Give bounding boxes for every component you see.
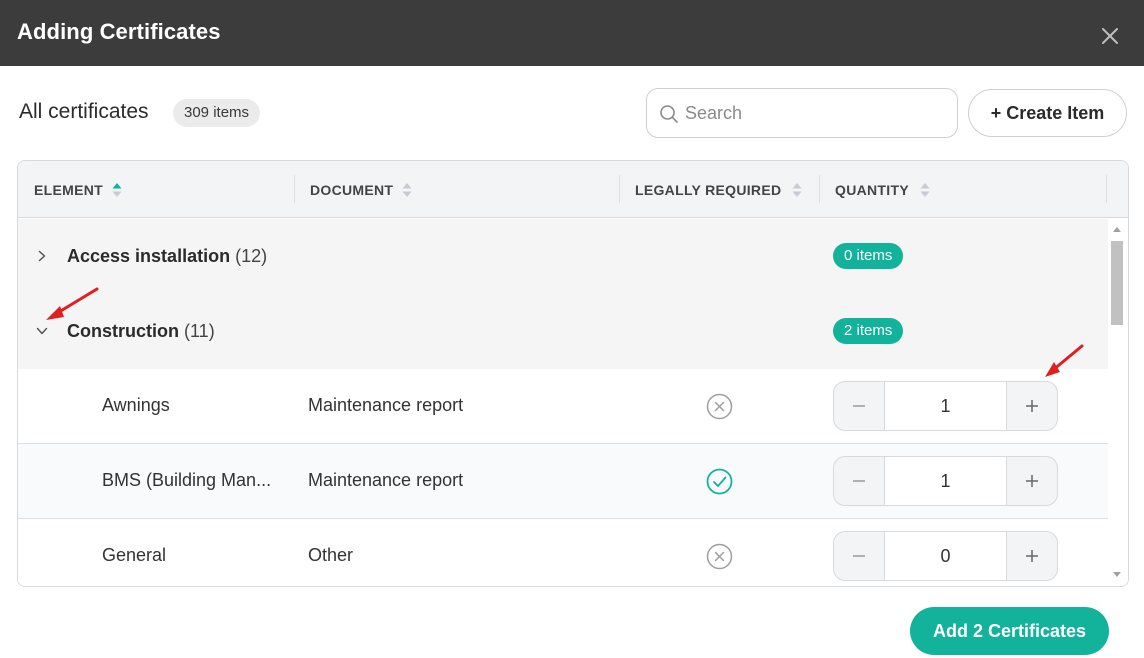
decrement-button[interactable] — [834, 532, 884, 580]
group-name: Access installation (12) — [67, 246, 267, 267]
column-header-legally-required[interactable]: LEGALLY REQUIRED — [635, 161, 802, 218]
minus-icon — [853, 405, 865, 407]
close-icon[interactable] — [1097, 23, 1123, 49]
create-item-button[interactable]: + Create Item — [968, 89, 1127, 137]
minus-icon — [853, 480, 865, 482]
table-body: Access installation (12) 0 items Constru… — [18, 219, 1108, 586]
decrement-button[interactable] — [834, 382, 884, 430]
column-header-element[interactable]: ELEMENT — [34, 161, 122, 218]
element-name: General — [102, 545, 167, 565]
table-row: General Other 0 — [18, 519, 1108, 586]
chevron-right-icon[interactable] — [35, 249, 49, 263]
quantity-stepper: 0 — [833, 531, 1058, 581]
column-label-element: ELEMENT — [34, 181, 103, 198]
quantity-input[interactable]: 1 — [884, 382, 1007, 430]
dialog-title-bar: Adding Certificates — [0, 0, 1144, 66]
minus-icon — [853, 555, 865, 557]
column-header-quantity[interactable]: QUANTITY — [835, 161, 930, 218]
table-row: BMS (Building Man... Maintenance report … — [18, 444, 1108, 519]
document-type: Other — [308, 545, 354, 565]
sort-ascending-icon — [112, 182, 122, 197]
column-header-document[interactable]: DOCUMENT — [310, 161, 412, 218]
increment-button[interactable] — [1007, 532, 1057, 580]
plus-icon — [1026, 475, 1038, 487]
x-circle-icon — [706, 543, 733, 570]
column-divider — [1106, 175, 1107, 203]
certificates-table: ELEMENT DOCUMENT LEGALLY REQUIRED QUANTI… — [17, 160, 1129, 587]
sort-icon — [792, 182, 802, 197]
sort-icon — [402, 182, 412, 197]
column-label-legally-required: LEGALLY REQUIRED — [635, 181, 782, 198]
document-type: Maintenance report — [308, 395, 464, 415]
scroll-down-arrow-icon[interactable] — [1111, 569, 1123, 579]
column-divider — [819, 175, 820, 203]
search-input[interactable] — [685, 90, 945, 136]
plus-icon — [1026, 400, 1038, 412]
quantity-input[interactable]: 0 — [884, 532, 1007, 580]
quantity-stepper: 1 — [833, 381, 1058, 431]
decrement-button[interactable] — [834, 457, 884, 505]
table-header: ELEMENT DOCUMENT LEGALLY REQUIRED QUANTI… — [18, 161, 1128, 218]
column-label-quantity: QUANTITY — [835, 181, 909, 198]
quantity-stepper: 1 — [833, 456, 1058, 506]
scroll-up-arrow-icon[interactable] — [1111, 225, 1123, 235]
page-heading: All certificates — [19, 100, 149, 123]
group-title: Access installation — [67, 246, 231, 266]
column-divider — [294, 175, 295, 203]
group-name: Construction (11) — [67, 321, 215, 342]
group-items-badge: 2 items — [833, 318, 904, 344]
element-name: BMS (Building Man... — [102, 470, 272, 490]
add-certificates-button[interactable]: Add 2 Certificates — [910, 607, 1109, 655]
group-row-construction[interactable]: Construction (11) 2 items — [18, 294, 1108, 369]
column-label-document: DOCUMENT — [310, 181, 394, 198]
chevron-down-icon[interactable] — [35, 324, 49, 338]
items-count-badge: 309 items — [173, 99, 261, 127]
vertical-scrollbar[interactable] — [1108, 219, 1128, 586]
group-title: Construction — [67, 321, 179, 341]
table-row: Awnings Maintenance report 1 — [18, 369, 1108, 444]
element-name: Awnings — [102, 395, 170, 415]
column-divider — [619, 175, 620, 203]
sort-icon — [920, 182, 930, 197]
increment-button[interactable] — [1007, 382, 1057, 430]
document-type: Maintenance report — [308, 470, 464, 490]
search-box[interactable] — [646, 88, 958, 138]
check-circle-icon — [706, 468, 733, 495]
scrollbar-thumb[interactable] — [1111, 241, 1123, 325]
group-count: (11) — [184, 321, 215, 341]
x-circle-icon — [706, 393, 733, 420]
increment-button[interactable] — [1007, 457, 1057, 505]
quantity-input[interactable]: 1 — [884, 457, 1007, 505]
plus-icon — [1026, 550, 1038, 562]
group-count: (12) — [235, 246, 268, 266]
group-row-access-installation[interactable]: Access installation (12) 0 items — [18, 219, 1108, 294]
search-icon — [660, 105, 678, 123]
group-items-badge: 0 items — [833, 243, 904, 269]
dialog-title: Adding Certificates — [17, 19, 221, 44]
